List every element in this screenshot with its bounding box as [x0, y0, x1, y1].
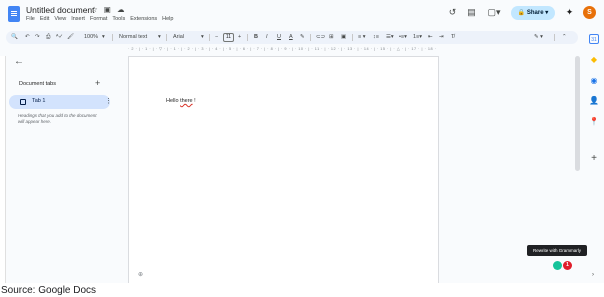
decrease-font-size-button[interactable]: −: [215, 31, 218, 44]
document-tabs-heading: Document tabs: [19, 81, 56, 87]
meet-icon[interactable]: ▢▾: [485, 7, 503, 18]
editing-mode-icon[interactable]: ✎ ▾: [534, 31, 543, 44]
vertical-scrollbar[interactable]: [575, 56, 580, 171]
increase-indent-icon[interactable]: ⇥: [439, 31, 444, 44]
grammarly-tooltip: Rewrite with Grammarly: [527, 245, 587, 256]
misspelled-word[interactable]: there: [180, 98, 193, 104]
show-side-panel-icon[interactable]: ›: [592, 272, 594, 278]
keep-icon[interactable]: ◆: [589, 55, 599, 65]
paint-format-icon[interactable]: 🖌: [67, 31, 74, 44]
history-icon[interactable]: ↺: [447, 7, 458, 18]
bulleted-list-icon[interactable]: •≡▾: [399, 31, 407, 44]
bold-button[interactable]: B: [254, 31, 258, 44]
highlight-icon[interactable]: ✎: [300, 31, 305, 44]
link-icon[interactable]: ⊂⊃: [316, 31, 325, 44]
decrease-indent-icon[interactable]: ⇤: [428, 31, 433, 44]
menu-bar: File Edit View Insert Format Tools Exten…: [26, 16, 173, 22]
grammarly-icon[interactable]: [553, 261, 562, 270]
add-tab-icon[interactable]: +: [95, 78, 100, 88]
tabs-hint-text: Headings that you add to the document wi…: [18, 113, 97, 124]
explore-icon[interactable]: ⊕: [138, 271, 143, 278]
zoom-select[interactable]: 100%: [84, 31, 98, 44]
redo-icon[interactable]: ↷: [35, 31, 40, 44]
zoom-chevron-icon[interactable]: ▾: [102, 31, 105, 44]
title-bar: Untitled document ☆ ▣ ☁ File Edit View I…: [0, 0, 604, 28]
comments-icon[interactable]: ▤: [466, 7, 477, 18]
tab-item-tab-1[interactable]: Tab 1 ⋮: [9, 95, 112, 109]
docs-logo-icon[interactable]: [8, 6, 20, 22]
gemini-icon[interactable]: ✦: [564, 7, 575, 18]
horizontal-ruler[interactable]: · 2 · | · 1 · | · ▽ · | · 1 · | · 2 · | …: [128, 45, 439, 54]
italic-button[interactable]: I: [266, 31, 268, 44]
menu-tools[interactable]: Tools: [112, 16, 125, 22]
spellcheck-icon[interactable]: ᴬ✓: [56, 31, 63, 44]
tab-label: Tab 1: [32, 98, 46, 104]
more-options-icon[interactable]: ⋮: [105, 97, 112, 105]
back-arrow-icon[interactable]: ←: [14, 56, 24, 67]
clear-formatting-icon[interactable]: T̸: [451, 31, 454, 44]
image-icon[interactable]: ▣: [341, 31, 346, 44]
menu-view[interactable]: View: [54, 16, 66, 22]
menu-file[interactable]: File: [26, 16, 35, 22]
menu-extensions[interactable]: Extensions: [130, 16, 157, 22]
font-chevron-icon[interactable]: ▾: [201, 31, 204, 44]
share-button[interactable]: 🔒 Share ▾: [511, 6, 555, 20]
grammarly-suggestion-count-badge[interactable]: 1: [563, 261, 572, 270]
underline-button[interactable]: U: [277, 31, 281, 44]
tab-document-icon: [20, 99, 26, 105]
document-page[interactable]: Hello there ! ⊕: [128, 56, 439, 283]
get-add-ons-icon[interactable]: +: [589, 154, 599, 164]
font-select[interactable]: Arial: [173, 31, 184, 44]
align-icon[interactable]: ≡ ▾: [358, 31, 366, 44]
tasks-icon[interactable]: ◉: [589, 76, 599, 86]
side-panel: 31 ◆ ◉ 👤 📍 +: [584, 28, 604, 283]
document-text[interactable]: Hello there !: [166, 98, 196, 104]
menu-edit[interactable]: Edit: [40, 16, 49, 22]
text-color-button[interactable]: A: [289, 31, 293, 44]
star-move-cloud-icons[interactable]: ☆ ▣ ☁: [91, 5, 126, 14]
text-hello: Hello: [166, 98, 181, 104]
menu-format[interactable]: Format: [90, 16, 107, 22]
formatting-toolbar: 🔍 ↶ ↷ ⎙ ᴬ✓ 🖌 100% ▾ Normal text ▾ Arial …: [6, 31, 578, 44]
divider: [247, 34, 248, 41]
image-caption: Source: Google Docs: [1, 285, 97, 296]
document-title[interactable]: Untitled document: [26, 5, 95, 15]
print-icon[interactable]: ⎙: [46, 31, 50, 44]
collapse-menus-icon[interactable]: ⌃: [562, 31, 567, 44]
google-docs-window: Untitled document ☆ ▣ ☁ File Edit View I…: [0, 0, 604, 283]
search-menus-icon[interactable]: 🔍: [11, 31, 18, 44]
line-spacing-icon[interactable]: ↕≡: [373, 31, 379, 44]
contacts-icon[interactable]: 👤: [589, 96, 599, 106]
divider: [554, 34, 555, 41]
style-chevron-icon[interactable]: ▾: [158, 31, 161, 44]
numbered-list-icon[interactable]: 1≡▾: [413, 31, 422, 44]
vertical-ruler[interactable]: [0, 56, 6, 283]
comment-icon[interactable]: ⊞: [329, 31, 334, 44]
menu-insert[interactable]: Insert: [71, 16, 85, 22]
divider: [310, 34, 311, 41]
checklist-icon[interactable]: ☰▾: [386, 31, 394, 44]
divider: [209, 34, 210, 41]
undo-icon[interactable]: ↶: [25, 31, 30, 44]
calendar-icon[interactable]: 31: [589, 34, 599, 44]
increase-font-size-button[interactable]: +: [238, 31, 241, 44]
avatar[interactable]: S: [583, 6, 596, 19]
menu-help[interactable]: Help: [162, 16, 173, 22]
divider: [166, 34, 167, 41]
style-select[interactable]: Normal text: [119, 31, 147, 44]
divider: [352, 34, 353, 41]
font-size-input[interactable]: 11: [223, 33, 234, 42]
maps-icon[interactable]: 📍: [589, 117, 599, 127]
divider: [112, 34, 113, 41]
text-exclaim: !: [192, 98, 196, 104]
